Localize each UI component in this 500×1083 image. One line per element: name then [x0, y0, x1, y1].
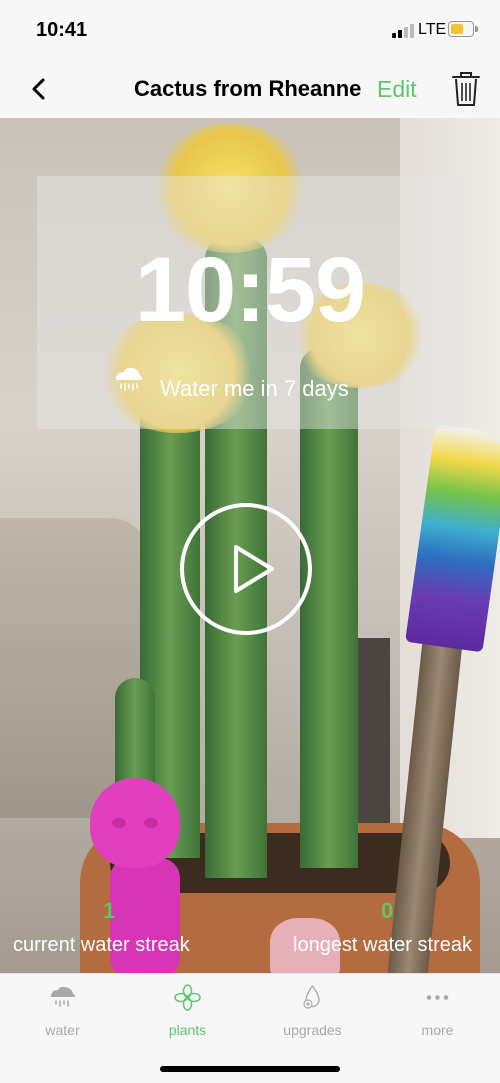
back-button[interactable]	[24, 74, 54, 104]
play-button[interactable]	[180, 503, 312, 635]
status-bar: 10:41 LTE	[0, 0, 500, 62]
tab-water[interactable]: water	[0, 974, 125, 1044]
rain-cloud-icon	[116, 367, 143, 391]
ellipsis-icon	[426, 995, 449, 1000]
countdown-timer: 10:59	[134, 239, 366, 341]
network-type: LTE	[418, 21, 447, 38]
tab-bar: water plants upgrades more	[0, 973, 500, 1083]
clover-icon	[174, 984, 201, 1011]
tab-label: upgrades	[283, 1022, 342, 1038]
trash-icon	[452, 72, 480, 106]
edit-button[interactable]: Edit	[377, 76, 417, 103]
home-indicator	[160, 1066, 340, 1072]
page-title: Cactus from Rheanne	[134, 76, 362, 101]
plant-photo: 10:59 Water me in 7 days 1 current water…	[0, 118, 500, 973]
battery-nub	[475, 26, 478, 32]
chevron-left-icon	[32, 78, 45, 100]
tab-label: plants	[168, 1022, 207, 1038]
delete-button[interactable]	[451, 70, 481, 108]
tab-more[interactable]: more	[375, 974, 500, 1044]
longest-streak-value: 0	[381, 898, 394, 923]
battery-icon	[448, 21, 474, 37]
tab-plants[interactable]: plants	[125, 974, 250, 1044]
tab-label: water	[45, 1022, 80, 1038]
play-icon	[234, 545, 274, 593]
tab-upgrades[interactable]: upgrades	[250, 974, 375, 1044]
signal-icon	[392, 22, 414, 38]
current-streak-value: 1	[103, 898, 116, 923]
longest-streak-label: longest water streak	[293, 934, 472, 956]
rain-cloud-icon	[51, 986, 76, 1007]
droplet-plus-icon	[303, 984, 320, 1009]
current-streak-label: current water streak	[13, 934, 190, 956]
tab-label: more	[421, 1022, 454, 1038]
navigation-bar: Cactus from Rheanne Edit	[0, 62, 500, 118]
status-time: 10:41	[36, 19, 88, 41]
water-message: Water me in 7 days	[160, 376, 349, 401]
